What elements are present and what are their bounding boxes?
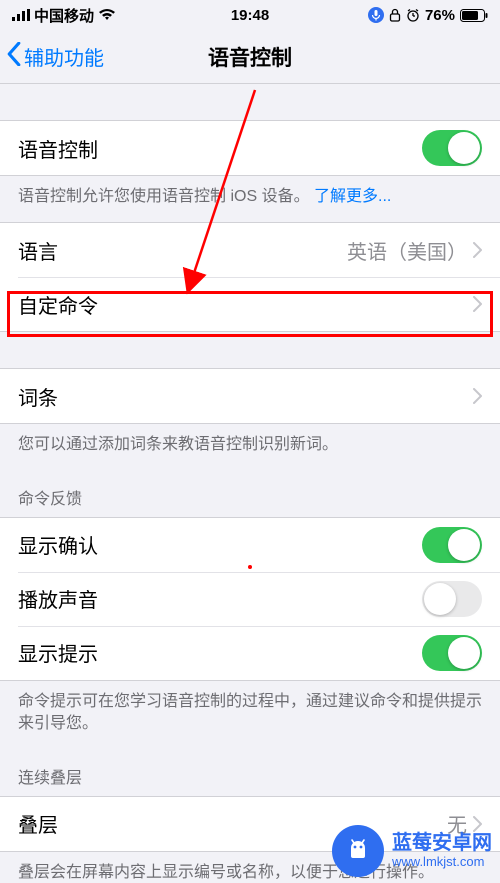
- custom-commands-label: 自定命令: [18, 290, 98, 319]
- battery-icon: [460, 9, 488, 22]
- feedback-footer: 命令提示可在您学习语音控制的过程中，通过建议命令和提供提示来引导您。: [0, 681, 500, 746]
- voice-control-icon: [368, 7, 384, 23]
- nav-bar: 辅助功能 语音控制: [0, 30, 500, 84]
- battery-pct: 76%: [425, 7, 455, 24]
- row-vocabulary[interactable]: 词条: [0, 369, 500, 423]
- carrier-label: 中国移动: [34, 5, 94, 26]
- learn-more-link[interactable]: 了解更多...: [314, 188, 391, 205]
- watermark: 蓝莓安卓网 www.lmkjst.com: [332, 825, 492, 877]
- row-play-sound[interactable]: 播放声音: [0, 572, 500, 626]
- row-voice-control-toggle[interactable]: 语音控制: [0, 121, 500, 175]
- language-label: 语言: [18, 236, 58, 265]
- show-hint-toggle[interactable]: [422, 635, 482, 671]
- watermark-logo-icon: [332, 825, 384, 877]
- chevron-right-icon: [473, 388, 482, 404]
- group-vocabulary: 词条: [0, 368, 500, 424]
- overlay-header: 连续叠层: [0, 746, 500, 796]
- show-confirm-toggle[interactable]: [422, 527, 482, 563]
- chevron-right-icon: [473, 296, 482, 312]
- group-feedback: 显示确认 播放声音 显示提示: [0, 517, 500, 681]
- group-voice-control: 语音控制: [0, 120, 500, 176]
- row-show-hint[interactable]: 显示提示: [0, 626, 500, 680]
- row-language[interactable]: 语言 英语（美国）: [0, 223, 500, 277]
- show-hint-label: 显示提示: [18, 638, 98, 667]
- show-confirm-label: 显示确认: [18, 530, 98, 559]
- chevron-right-icon: [473, 242, 482, 258]
- vocabulary-footer: 您可以通过添加词条来教语音控制识别新词。: [0, 424, 500, 466]
- voice-control-footer: 语音控制允许您使用语音控制 iOS 设备。 了解更多...: [0, 176, 500, 218]
- signal-icon: [12, 9, 30, 21]
- voice-control-toggle[interactable]: [422, 130, 482, 166]
- overlay-label: 叠层: [18, 809, 58, 838]
- play-sound-label: 播放声音: [18, 584, 98, 613]
- play-sound-toggle[interactable]: [422, 581, 482, 617]
- language-value: 英语（美国）: [347, 236, 467, 265]
- status-bar: 中国移动 19:48 76%: [0, 0, 500, 30]
- row-custom-commands[interactable]: 自定命令: [0, 277, 500, 331]
- vc-footer-text: 语音控制允许您使用语音控制 iOS 设备。: [18, 188, 310, 205]
- group-language-commands: 语言 英语（美国） 自定命令: [0, 222, 500, 332]
- watermark-title: 蓝莓安卓网: [392, 832, 492, 855]
- feedback-header: 命令反馈: [0, 467, 500, 517]
- row-show-confirm[interactable]: 显示确认: [0, 518, 500, 572]
- voice-control-label: 语音控制: [18, 134, 98, 163]
- annotation-dot: [248, 565, 252, 569]
- alarm-icon: [406, 8, 420, 22]
- page-title: 语音控制: [0, 42, 500, 72]
- vocabulary-label: 词条: [18, 382, 58, 411]
- lock-icon: [389, 8, 401, 22]
- wifi-icon: [98, 9, 116, 21]
- watermark-url: www.lmkjst.com: [392, 855, 492, 870]
